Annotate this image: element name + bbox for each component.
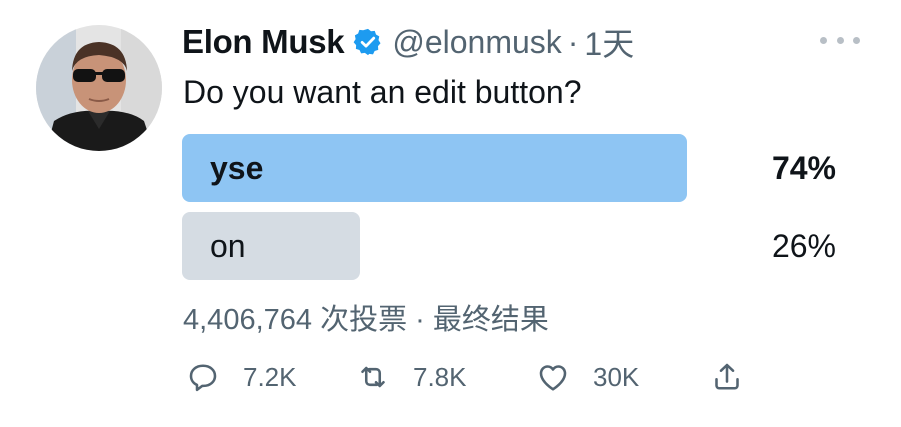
share-icon xyxy=(715,363,739,390)
retweet-button[interactable]: 7.8K xyxy=(355,355,467,399)
poll-option-percent: 74% xyxy=(771,150,836,186)
meta-separator: · xyxy=(415,304,425,336)
reply-button[interactable]: 7.2K xyxy=(185,355,297,399)
poll-option-yse[interactable]: yse 74% xyxy=(182,134,842,202)
author-handle[interactable]: @elonmusk xyxy=(392,24,561,61)
verified-badge-icon xyxy=(353,27,383,57)
poll-meta: 4,406,764 次投票 · 最终结果 xyxy=(183,300,549,340)
heart-icon xyxy=(539,365,567,391)
like-count: 30K xyxy=(593,361,640,392)
retweet-icon xyxy=(361,366,385,388)
poll-option-label: on xyxy=(210,228,246,264)
like-button[interactable]: 30K xyxy=(535,355,639,399)
poll-status: 最终结果 xyxy=(432,304,549,336)
poll-option-label: yse xyxy=(210,150,264,186)
avatar-image xyxy=(36,25,162,151)
poll-bar-on xyxy=(182,212,360,280)
poll-option-percent: 26% xyxy=(771,228,836,264)
more-options-icon[interactable] xyxy=(820,28,860,52)
timestamp[interactable]: 1天 xyxy=(584,19,634,65)
share-button[interactable] xyxy=(709,355,745,399)
author-name[interactable]: Elon Musk xyxy=(182,23,345,61)
retweet-count: 7.8K xyxy=(413,361,467,392)
header-separator: · xyxy=(567,23,579,60)
reply-count: 7.2K xyxy=(243,361,297,392)
avatar[interactable] xyxy=(36,25,162,151)
vote-count: 4,406,764 次投票 xyxy=(183,304,408,336)
poll-option-on[interactable]: on 26% xyxy=(182,212,842,280)
tweet-text: Do you want an edit button? xyxy=(183,74,582,110)
tweet-header: Elon Musk @elonmusk · 1天 xyxy=(182,18,634,66)
tweet: Elon Musk @elonmusk · 1天 Do you want an … xyxy=(0,0,901,427)
action-bar: 7.2K 7.8K 30K xyxy=(183,355,763,399)
reply-icon xyxy=(189,364,217,392)
